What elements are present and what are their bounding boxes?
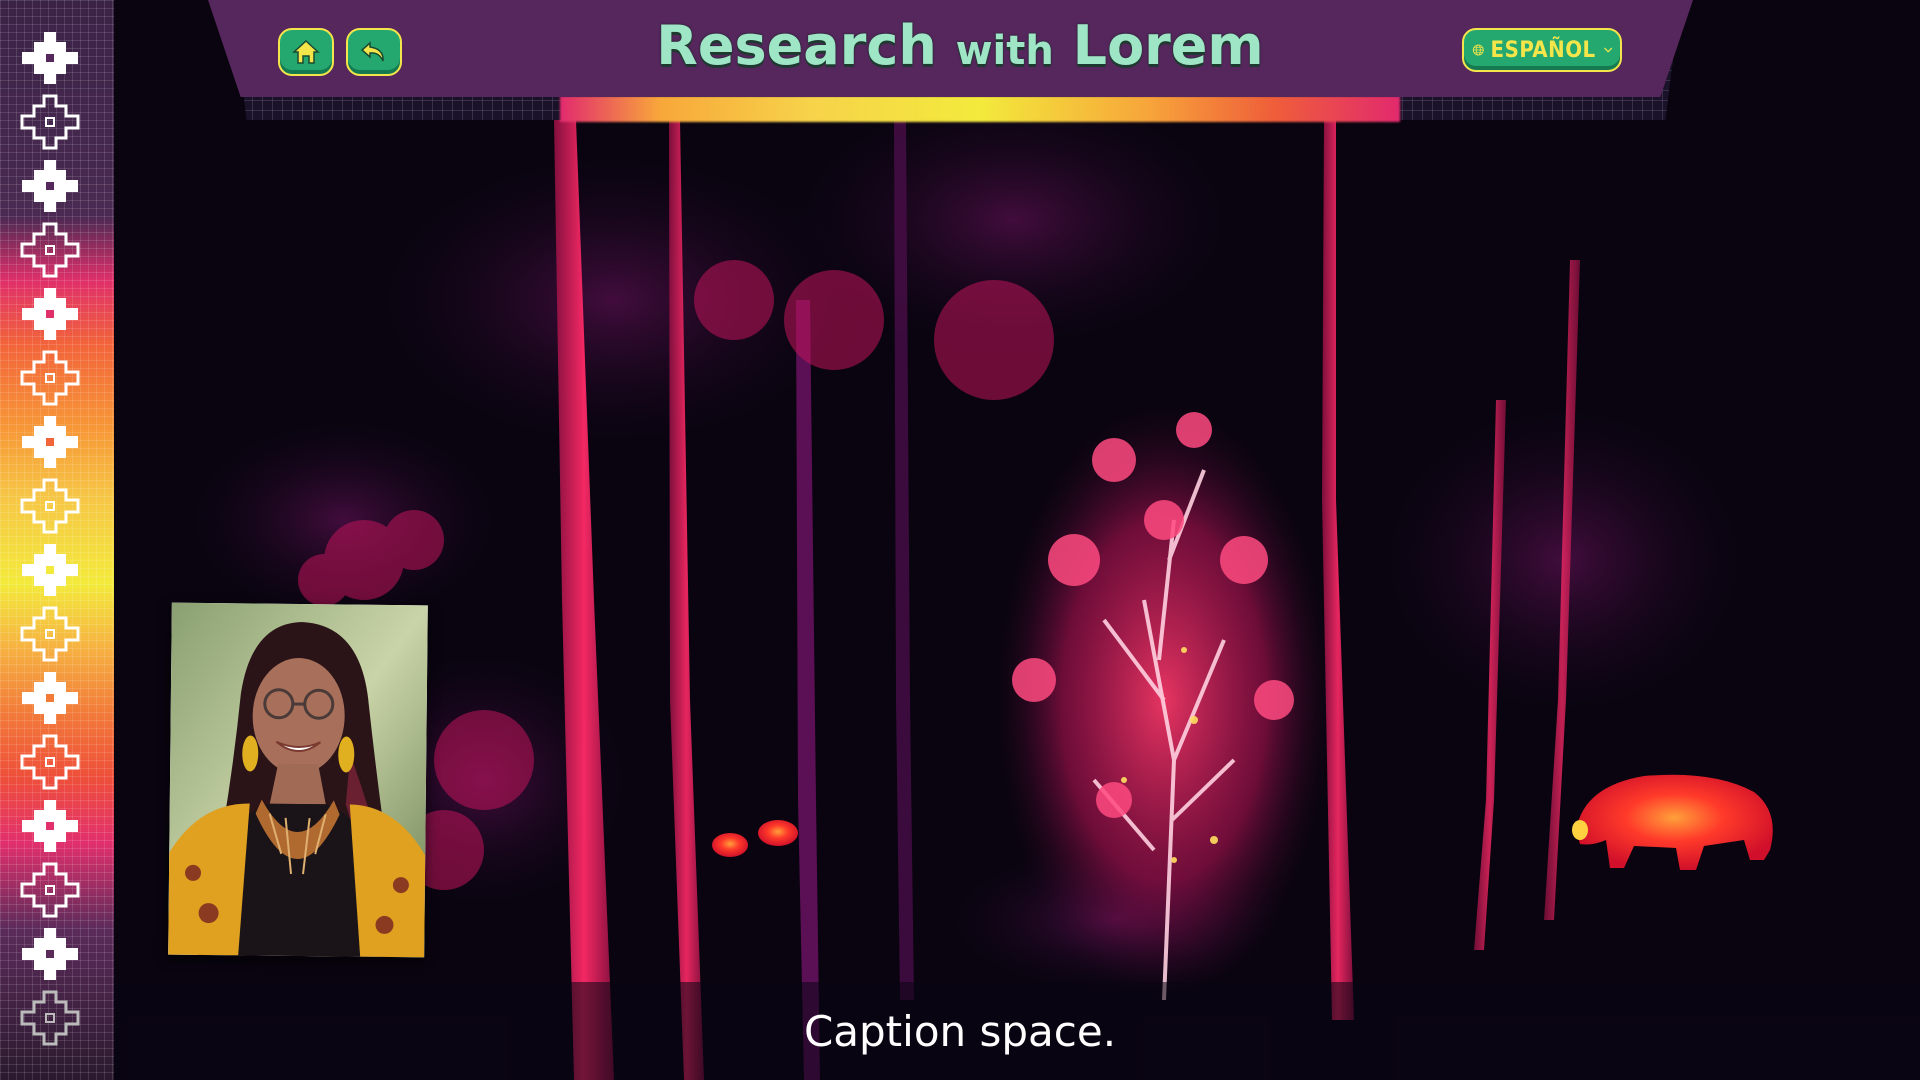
title-name: Lorem [1072, 14, 1264, 77]
header-glow-band [560, 96, 1400, 122]
page-title: Research with Lorem [0, 14, 1920, 77]
caption-text: Caption space. [803, 1006, 1117, 1056]
pattern-motif-icon [14, 732, 86, 792]
pattern-motif-icon [14, 412, 86, 472]
caption-bar: Caption space. [114, 982, 1920, 1080]
pattern-motif-icon [14, 476, 86, 536]
pattern-motif-icon [14, 220, 86, 280]
pattern-motif-icon [14, 668, 86, 728]
language-selector[interactable]: ESPAÑOL [1462, 28, 1622, 72]
pattern-motif-icon [14, 540, 86, 600]
researcher-portrait-photo [168, 602, 428, 958]
pattern-motif-icon [14, 604, 86, 664]
chevron-down-icon [1603, 47, 1612, 53]
title-main: Research [656, 14, 937, 77]
pattern-motif-icon [14, 924, 86, 984]
title-with: with [955, 28, 1054, 74]
language-label: ESPAÑOL [1490, 37, 1596, 63]
pattern-motif-icon [14, 156, 86, 216]
pattern-motif-icon [14, 284, 86, 344]
globe-icon [1472, 44, 1484, 56]
pattern-motif-icon [14, 796, 86, 856]
pattern-motif-icon [14, 28, 86, 88]
pattern-motif-icon [14, 860, 86, 920]
pattern-motif-icon [14, 92, 86, 152]
decorative-side-strip [0, 0, 114, 1080]
pattern-motif-icon [14, 988, 86, 1048]
pattern-motif-icon [14, 348, 86, 408]
